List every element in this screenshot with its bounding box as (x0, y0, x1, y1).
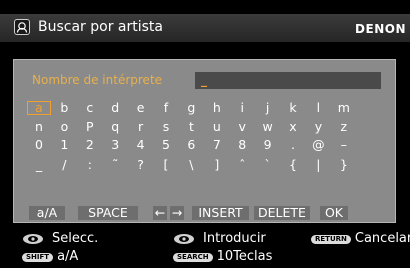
key-r1-c11[interactable]: y (306, 120, 330, 134)
cancel-hint: RETURN Cancelar (311, 231, 410, 247)
key-r1-c4[interactable]: r (129, 120, 153, 134)
key-r1-c1[interactable]: o (52, 120, 76, 134)
key-r3-c2[interactable]: : (78, 158, 102, 172)
key-r3-c7[interactable]: ] (205, 158, 229, 172)
shift-hint-label: a/A (57, 249, 79, 264)
key-r1-c0[interactable]: n (27, 120, 51, 134)
key-r0-c3[interactable]: d (103, 101, 127, 115)
key-r0-c2[interactable]: c (78, 101, 102, 115)
key-r1-c5[interactable]: s (154, 120, 178, 134)
key-r2-c10[interactable]: . (281, 138, 305, 152)
shift-hint: SHIFT a/A (22, 249, 78, 265)
key-r2-c1[interactable]: 1 (52, 138, 76, 152)
key-r1-c7[interactable]: u (205, 120, 229, 134)
key-r3-c3[interactable]: ˜ (103, 158, 127, 172)
key-r0-c10[interactable]: k (281, 101, 305, 115)
cancel-hint-label: Cancelar (354, 231, 410, 246)
key-r2-c12[interactable]: – (332, 138, 356, 152)
key-r1-c9[interactable]: w (256, 120, 280, 134)
key-r0-c5[interactable]: f (154, 101, 178, 115)
key-r2-c6[interactable]: 6 (179, 138, 203, 152)
page-title: Buscar por artista (38, 19, 163, 35)
cursor-right-button[interactable]: → (170, 206, 184, 220)
key-r0-c0[interactable]: a (27, 101, 51, 115)
search-artist-icon (14, 19, 30, 35)
key-r3-c9[interactable]: ` (256, 158, 280, 172)
key-r1-c10[interactable]: x (281, 120, 305, 134)
artist-name-label: Nombre de intérprete (32, 73, 163, 87)
key-r0-c7[interactable]: h (205, 101, 229, 115)
enter-pad-icon (174, 234, 194, 244)
key-r1-c2[interactable]: P (78, 120, 102, 134)
search-button-icon: SEARCH (173, 252, 213, 262)
keyboard-panel: Nombre de intérprete _ abcdefghijklm noPq… (13, 59, 396, 223)
key-r1-c6[interactable]: t (179, 120, 203, 134)
key-r0-c9[interactable]: j (256, 101, 280, 115)
key-r3-c11[interactable]: | (306, 158, 330, 172)
insert-button[interactable]: INSERT (192, 206, 249, 220)
input-cursor: _ (201, 73, 207, 87)
cursor-left-button[interactable]: ← (153, 206, 167, 220)
key-r0-c12[interactable]: m (332, 101, 356, 115)
key-r3-c12[interactable]: } (332, 158, 356, 172)
return-button-icon: RETURN (311, 234, 351, 244)
title-bar: Buscar por artista DENON (0, 14, 410, 42)
key-r2-c0[interactable]: 0 (27, 138, 51, 152)
key-r0-c6[interactable]: g (179, 101, 203, 115)
key-r2-c2[interactable]: 2 (78, 138, 102, 152)
enter-hint-label: Introducir (203, 231, 266, 246)
key-r0-c11[interactable]: l (306, 101, 330, 115)
key-r0-c4[interactable]: e (129, 101, 153, 115)
key-r3-c0[interactable]: _ (27, 158, 51, 172)
brand-logo: DENON (355, 22, 406, 36)
select-hint: Selecc. (22, 231, 98, 247)
key-r3-c8[interactable]: ˆ (230, 158, 254, 172)
enter-hint: Introducir (173, 231, 266, 247)
key-r3-c1[interactable]: / (52, 158, 76, 172)
footer-legend-row-2: SHIFT a/A SEARCH 10Teclas (0, 249, 410, 267)
key-r0-c1[interactable]: b (52, 101, 76, 115)
key-r3-c5[interactable]: [ (154, 158, 178, 172)
key-r1-c3[interactable]: q (103, 120, 127, 134)
shift-button-icon: SHIFT (22, 252, 54, 262)
key-r3-c10[interactable]: { (281, 158, 305, 172)
case-toggle-button[interactable]: a/A (29, 206, 65, 220)
key-r2-c3[interactable]: 3 (103, 138, 127, 152)
key-r2-c5[interactable]: 5 (154, 138, 178, 152)
ok-button[interactable]: OK (320, 206, 348, 220)
space-button[interactable]: SPACE (78, 206, 138, 220)
cursor-pad-icon (23, 234, 43, 244)
artist-name-input[interactable]: _ (195, 72, 381, 89)
key-r1-c8[interactable]: v (230, 120, 254, 134)
key-r2-c11[interactable]: @ (306, 138, 330, 152)
key-r0-c8[interactable]: i (230, 101, 254, 115)
delete-button[interactable]: DELETE (254, 206, 310, 220)
key-r3-c6[interactable]: \ (179, 158, 203, 172)
key-r3-c4[interactable]: ? (129, 158, 153, 172)
search-hint-label: 10Teclas (216, 249, 273, 264)
footer-legend-row-1: Selecc. Introducir RETURN Cancelar (0, 231, 410, 249)
select-hint-label: Selecc. (52, 231, 99, 246)
key-r1-c12[interactable]: z (332, 120, 356, 134)
key-r2-c4[interactable]: 4 (129, 138, 153, 152)
key-r2-c7[interactable]: 7 (205, 138, 229, 152)
search-hint: SEARCH 10Teclas (173, 249, 272, 265)
key-r2-c9[interactable]: 9 (256, 138, 280, 152)
key-r2-c8[interactable]: 8 (230, 138, 254, 152)
